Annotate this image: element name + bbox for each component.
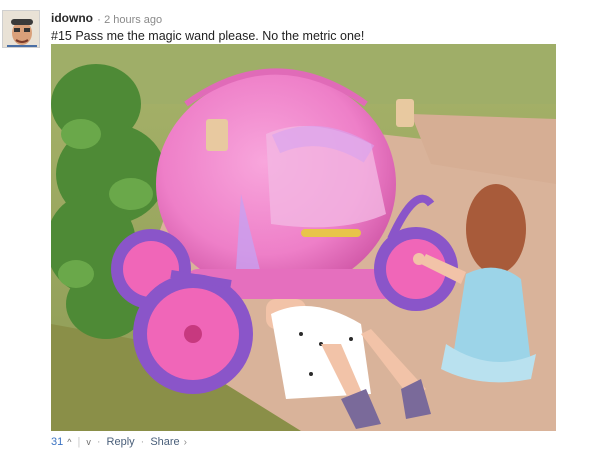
timestamp-text: 2 hours ago bbox=[104, 14, 163, 26]
photo-image bbox=[51, 44, 556, 431]
timestamp: · 2 hours ago bbox=[97, 12, 162, 26]
share-button[interactable]: Share bbox=[150, 436, 179, 448]
vote-divider: | bbox=[77, 436, 81, 448]
upvote-icon[interactable]: ^ bbox=[67, 437, 71, 447]
comment-actions: 31 ^ | v · Reply · Share › bbox=[51, 436, 187, 448]
separator-dot: · bbox=[96, 436, 101, 448]
separator-dot: · bbox=[140, 436, 145, 448]
vote-count: 31 bbox=[51, 436, 64, 448]
reply-button[interactable]: Reply bbox=[107, 436, 135, 448]
username[interactable]: idowno bbox=[51, 11, 93, 25]
avatar[interactable] bbox=[2, 10, 40, 48]
meta-separator: · bbox=[97, 12, 101, 26]
avatar-image bbox=[3, 11, 39, 47]
share-chevron-icon: › bbox=[183, 436, 188, 448]
downvote-icon[interactable]: v bbox=[86, 437, 91, 447]
comment-photo[interactable] bbox=[51, 44, 556, 431]
comment-text: #15 Pass me the magic wand please. No th… bbox=[51, 29, 365, 43]
